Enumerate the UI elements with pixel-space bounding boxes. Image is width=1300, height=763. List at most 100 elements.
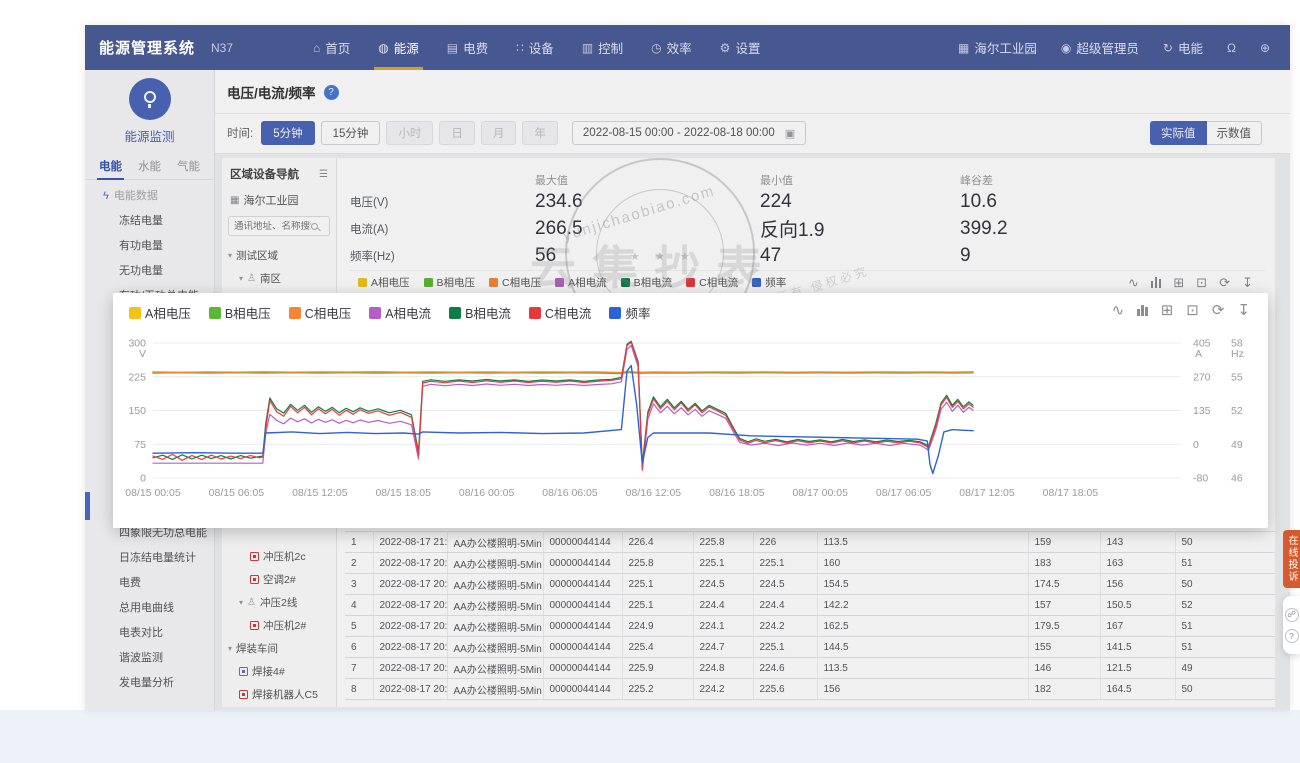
app-code: N37 (211, 41, 233, 55)
svg-text:225: 225 (128, 371, 146, 383)
svg-text:08/15 06:05: 08/15 06:05 (209, 487, 265, 499)
nav-item-home[interactable]: ⌂首页 (299, 25, 364, 70)
svg-text:V: V (139, 348, 146, 360)
legend-item[interactable]: 频率 (609, 303, 650, 322)
overlay-chart-toolbar: ∿ ⊞ ⊡ ⟳ ↧ (1112, 303, 1250, 318)
svg-text:135: 135 (1193, 405, 1211, 417)
navbar-menu: ⌂首页 ◍ 能源 ▤ 电费 ∷ 设备 ▥控制 ◷ 效率 ⚙设置 (299, 25, 774, 70)
navbar-right: ▦ 海尔工业园 ◉ 超级管理员 ↻ 电能 Ω ⊕ (958, 38, 1270, 57)
legend-swatch (289, 307, 301, 319)
navbar-right-label: 电能 (1178, 38, 1203, 57)
svg-text:-80: -80 (1193, 473, 1208, 485)
nav-item-control[interactable]: ▥控制 (568, 25, 637, 70)
svg-text:08/15 18:05: 08/15 18:05 (375, 487, 431, 499)
download-icon[interactable]: ↧ (1237, 303, 1250, 318)
top-navbar: 能源管理系统 N37 ⌂首页 ◍ 能源 ▤ 电费 ∷ 设备 ▥控制 ◷ 效率 ⚙设置 ▦ 海尔工业园 ◉… (85, 25, 1290, 70)
nav-item-label: 设备 (529, 38, 554, 57)
nav-item-label: 能源 (394, 38, 419, 57)
svg-text:55: 55 (1231, 371, 1243, 383)
navbar-globe[interactable]: ⊕ (1260, 41, 1270, 55)
restore-icon[interactable]: ⊡ (1186, 303, 1199, 318)
legend-item[interactable]: A相电压 (129, 303, 191, 322)
bell-icon: Ω (1227, 41, 1236, 55)
legend-swatch (369, 307, 381, 319)
online-complaint-tab[interactable]: 在线投诉 (1283, 530, 1300, 588)
doc-icon: ▤ (447, 41, 458, 55)
svg-text:46: 46 (1231, 473, 1243, 485)
legend-label: A相电压 (145, 303, 191, 322)
legend-swatch (609, 307, 621, 319)
nav-item-gear[interactable]: ⚙设置 (706, 25, 775, 70)
nav-item-doc[interactable]: ▤ 电费 (433, 25, 502, 70)
globe-icon: ⊕ (1260, 41, 1270, 55)
svg-text:49: 49 (1231, 439, 1243, 451)
navbar-sync[interactable]: ↻ 电能 (1163, 38, 1203, 57)
nav-item-grid[interactable]: ∷ 设备 (502, 25, 568, 70)
legend-swatch (209, 307, 221, 319)
legend-item[interactable]: B相电压 (209, 303, 271, 322)
chart-svg: 300225150750V4052701350-80A5855524946Hz0… (113, 321, 1268, 528)
control-icon: ▥ (582, 41, 593, 55)
line-chart-icon[interactable]: ∿ (1112, 303, 1125, 318)
refresh-icon[interactable]: ⟳ (1212, 303, 1225, 318)
bar-chart-icon[interactable] (1137, 305, 1148, 316)
legend-item[interactable]: B相电流 (449, 303, 511, 322)
sync-icon: ↻ (1163, 41, 1173, 55)
chart-overlay-card: A相电压B相电压C相电压A相电流B相电流C相电流频率 ∿⊞⊡⟳↧ 3002251… (113, 293, 1268, 528)
legend-item[interactable]: A相电流 (369, 303, 431, 322)
navbar-bell[interactable]: Ω (1227, 41, 1236, 55)
zoom-box-icon[interactable]: ⊞ (1161, 303, 1174, 318)
legend-swatch (129, 307, 141, 319)
svg-text:08/16 18:05: 08/16 18:05 (709, 487, 765, 499)
svg-text:0: 0 (1193, 439, 1199, 451)
clock-icon: ◷ (651, 41, 661, 55)
svg-text:Hz: Hz (1231, 348, 1244, 360)
svg-text:A: A (1195, 348, 1202, 360)
svg-text:150: 150 (128, 405, 146, 417)
home-icon: ⌂ (313, 41, 320, 55)
link-icon[interactable]: ☍ (1285, 608, 1299, 622)
svg-text:08/17 18:05: 08/17 18:05 (1043, 487, 1099, 499)
legend-label: B相电压 (225, 303, 271, 322)
navbar-user[interactable]: ◉ 超级管理员 (1061, 38, 1139, 57)
navbar-right-label: 海尔工业园 (974, 38, 1037, 57)
chart-area[interactable]: 300225150750V4052701350-80A5855524946Hz0… (113, 321, 1268, 528)
legend-label: C相电流 (545, 303, 592, 322)
svg-text:08/15 00:05: 08/15 00:05 (125, 487, 181, 499)
svg-text:08/17 12:05: 08/17 12:05 (959, 487, 1015, 499)
app-title: 能源管理系统 (99, 37, 195, 58)
nav-item-label: 效率 (667, 38, 692, 57)
nav-item-bulb[interactable]: ◍ 能源 (364, 25, 433, 70)
svg-text:08/17 00:05: 08/17 00:05 (792, 487, 848, 499)
svg-text:08/17 06:05: 08/17 06:05 (876, 487, 932, 499)
navbar-right-label: 超级管理员 (1076, 38, 1139, 57)
legend-swatch (449, 307, 461, 319)
page-bottom-band (0, 710, 1300, 763)
legend-label: 频率 (625, 303, 650, 322)
building-icon: ▦ (958, 41, 969, 55)
grid-icon: ∷ (516, 41, 524, 55)
legend-item[interactable]: C相电压 (289, 303, 352, 322)
nav-item-label: 电费 (463, 38, 488, 57)
svg-text:75: 75 (134, 439, 146, 451)
svg-text:08/16 12:05: 08/16 12:05 (626, 487, 682, 499)
legend-label: C相电压 (305, 303, 352, 322)
legend-label: A相电流 (385, 303, 431, 322)
nav-item-clock[interactable]: ◷ 效率 (637, 25, 706, 70)
question-icon[interactable]: ? (1285, 629, 1299, 643)
svg-text:08/16 06:05: 08/16 06:05 (542, 487, 598, 499)
gear-icon: ⚙ (720, 41, 731, 55)
sidebar-scroll-indicator[interactable] (85, 492, 90, 520)
overlay-legend: A相电压 B相电压 C相电压 A相电流 B相电流 C相电流 频率 (113, 293, 1268, 322)
svg-text:08/16 00:05: 08/16 00:05 (459, 487, 515, 499)
navbar-building[interactable]: ▦ 海尔工业园 (958, 38, 1037, 57)
svg-text:08/15 12:05: 08/15 12:05 (292, 487, 348, 499)
bulb-icon: ◍ (378, 41, 388, 55)
legend-label: B相电流 (465, 303, 511, 322)
svg-text:52: 52 (1231, 405, 1243, 417)
svg-text:0: 0 (140, 473, 146, 485)
legend-item[interactable]: C相电流 (529, 303, 592, 322)
svg-text:270: 270 (1193, 371, 1211, 383)
floating-tools-card: ☍ ? (1283, 596, 1300, 654)
user-icon: ◉ (1061, 41, 1071, 55)
